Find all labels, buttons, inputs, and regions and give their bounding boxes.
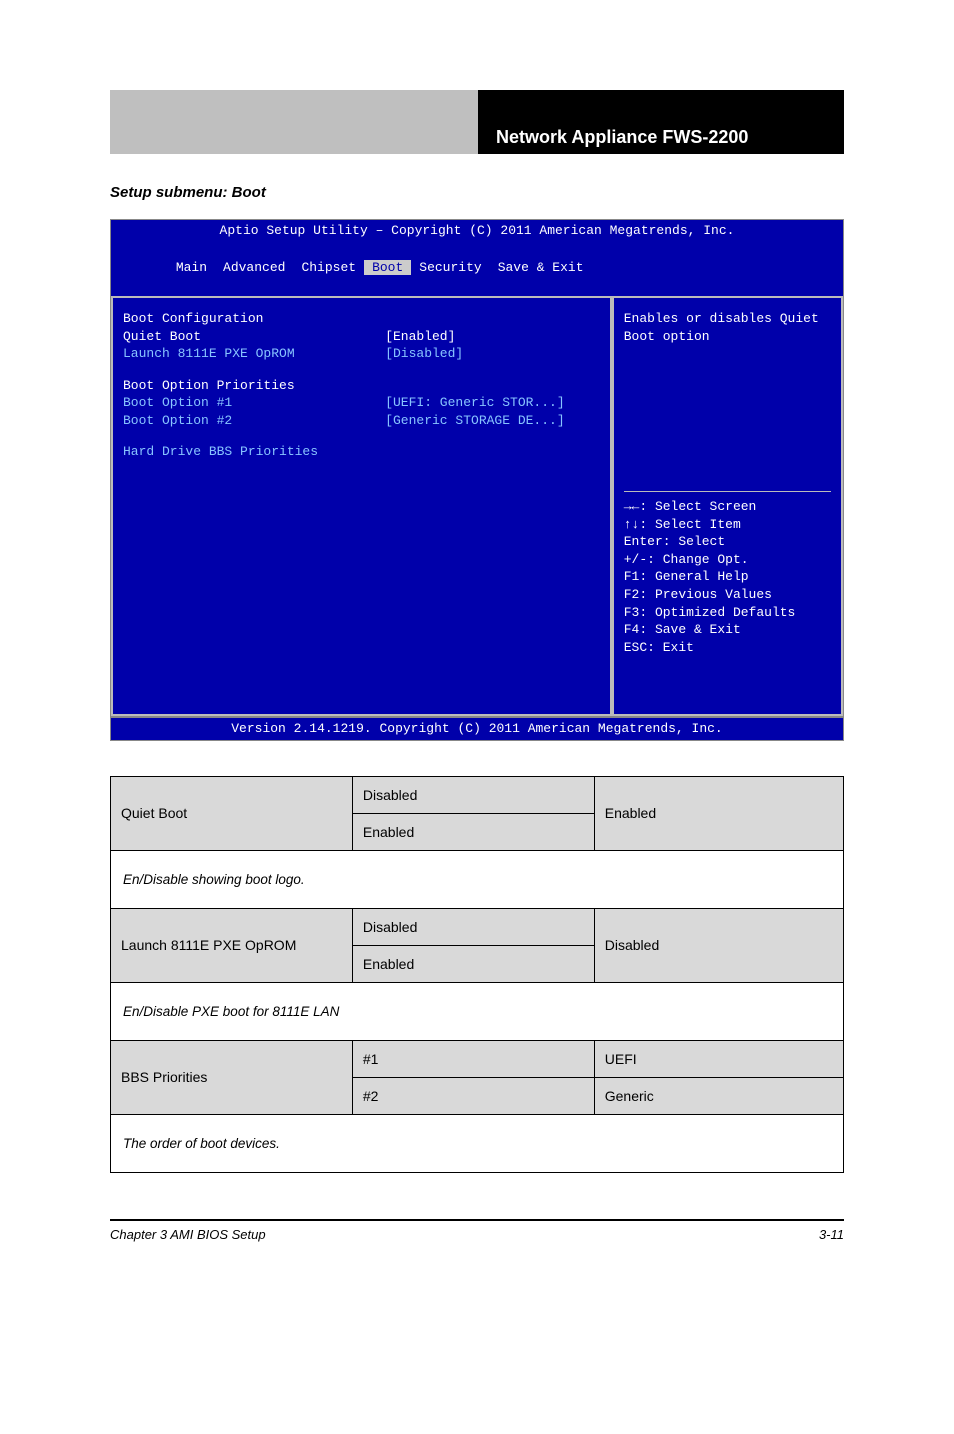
opt-disabled: Disabled <box>353 909 594 946</box>
bios-key-enter: Enter: Select <box>624 533 831 551</box>
boot-option-2-value[interactable]: [Generic STORAGE DE...] <box>385 412 600 430</box>
bios-key-save-exit: F4: Save & Exit <box>624 621 831 639</box>
opt-num1: #1 <box>353 1041 594 1078</box>
tab-chipset[interactable]: Chipset <box>293 260 364 275</box>
pxe-label: Launch 8111E PXE OpROM <box>123 345 385 363</box>
pxe-value[interactable]: [Disabled] <box>385 345 600 363</box>
bios-help-divider <box>624 491 831 492</box>
header-right-panel: Network Appliance FWS-2200 <box>478 90 844 154</box>
bios-help-pane: Enables or disables Quiet Boot option →←… <box>612 296 843 716</box>
bios-key-previous-values: F2: Previous Values <box>624 586 831 604</box>
bios-key-change-opt: +/-: Change Opt. <box>624 551 831 569</box>
bios-body: Boot Configuration Quiet Boot [Enabled] … <box>111 296 843 716</box>
bbs-desc-row: The order of boot devices. <box>111 1114 844 1172</box>
pxe-oprom-row[interactable]: Launch 8111E PXE OpROM [Disabled] <box>123 345 600 363</box>
bios-help-text: Enables or disables Quiet Boot option <box>624 310 831 485</box>
opt-bbs: #1 #2 <box>352 1040 594 1114</box>
bbs-option-row: BBS Priorities #1 #2 UEFI Generic <box>111 1040 844 1114</box>
pxe-option-row: Launch 8111E PXE OpROM Disabled Enabled … <box>111 908 844 982</box>
opt-enabled: Enabled <box>353 814 594 850</box>
boot-option-1-value[interactable]: [UEFI: Generic STOR...] <box>385 394 600 412</box>
quiet-boot-desc-row: En/Disable showing boot logo. <box>111 850 844 908</box>
bios-key-select-screen: →←: Select Screen <box>624 498 831 516</box>
footer-chapter: Chapter 3 AMI BIOS Setup <box>110 1227 819 1242</box>
param-quiet-boot: Quiet Boot <box>111 776 353 850</box>
bios-main-pane: Boot Configuration Quiet Boot [Enabled] … <box>111 296 612 716</box>
bios-screen: Aptio Setup Utility – Copyright (C) 2011… <box>110 219 844 741</box>
opt-quiet-boot: Disabled Enabled <box>352 776 594 850</box>
quiet-boot-description: En/Disable showing boot logo. <box>111 850 844 908</box>
boot-option-1-label: Boot Option #1 <box>123 394 385 412</box>
boot-option-2-label: Boot Option #2 <box>123 412 385 430</box>
quiet-boot-option-row: Quiet Boot Disabled Enabled Enabled <box>111 776 844 850</box>
opt-disabled: Disabled <box>353 777 594 814</box>
boot-option-priorities-heading: Boot Option Priorities <box>123 377 600 395</box>
section-title: Setup submenu: Boot <box>110 184 844 201</box>
page-footer: Chapter 3 AMI BIOS Setup 3-11 <box>110 1219 844 1242</box>
bios-footer: Version 2.14.1219. Copyright (C) 2011 Am… <box>111 716 843 740</box>
quiet-boot-value[interactable]: [Enabled] <box>385 328 600 346</box>
header-left-panel <box>110 90 478 154</box>
spacer <box>123 363 600 377</box>
boot-option-1-row[interactable]: Boot Option #1 [UEFI: Generic STOR...] <box>123 394 600 412</box>
default-pxe: Disabled <box>594 908 843 982</box>
pxe-desc-row: En/Disable PXE boot for 8111E LAN <box>111 982 844 1040</box>
tab-main[interactable]: Main <box>168 260 215 275</box>
footer-page: 3-11 <box>819 1227 844 1242</box>
product-title: Network Appliance FWS-2200 <box>496 127 748 148</box>
bios-title-bar: Aptio Setup Utility – Copyright (C) 2011… <box>111 220 843 240</box>
bios-tab-bar[interactable]: MainAdvancedChipsetBootSecuritySave & Ex… <box>111 240 843 297</box>
opt-enabled: Enabled <box>353 946 594 982</box>
tab-boot[interactable]: Boot <box>364 260 411 275</box>
spacer <box>123 429 600 443</box>
pxe-description: En/Disable PXE boot for 8111E LAN <box>111 982 844 1040</box>
tab-security[interactable]: Security <box>411 260 489 275</box>
default-generic: Generic <box>595 1078 843 1114</box>
opt-num2: #2 <box>353 1078 594 1114</box>
default-quiet-boot: Enabled <box>594 776 843 850</box>
quiet-boot-label: Quiet Boot <box>123 328 385 346</box>
tab-save-exit[interactable]: Save & Exit <box>490 260 592 275</box>
options-table: Quiet Boot Disabled Enabled Enabled En/D… <box>110 776 844 1173</box>
param-bbs: BBS Priorities <box>111 1040 353 1114</box>
param-pxe: Launch 8111E PXE OpROM <box>111 908 353 982</box>
default-uefi: UEFI <box>595 1041 843 1078</box>
tab-advanced[interactable]: Advanced <box>215 260 293 275</box>
bios-key-general-help: F1: General Help <box>624 568 831 586</box>
default-bbs: UEFI Generic <box>594 1040 843 1114</box>
boot-option-2-row[interactable]: Boot Option #2 [Generic STORAGE DE...] <box>123 412 600 430</box>
page-header: Network Appliance FWS-2200 <box>110 90 844 154</box>
opt-pxe: Disabled Enabled <box>352 908 594 982</box>
bbs-description: The order of boot devices. <box>111 1114 844 1172</box>
bios-key-select-item: ↑↓: Select Item <box>624 516 831 534</box>
boot-configuration-heading: Boot Configuration <box>123 310 600 328</box>
quiet-boot-row[interactable]: Quiet Boot [Enabled] <box>123 328 600 346</box>
bios-key-optimized-defaults: F3: Optimized Defaults <box>624 604 831 622</box>
bios-key-esc-exit: ESC: Exit <box>624 639 831 657</box>
hard-drive-bbs-priorities[interactable]: Hard Drive BBS Priorities <box>123 443 600 461</box>
